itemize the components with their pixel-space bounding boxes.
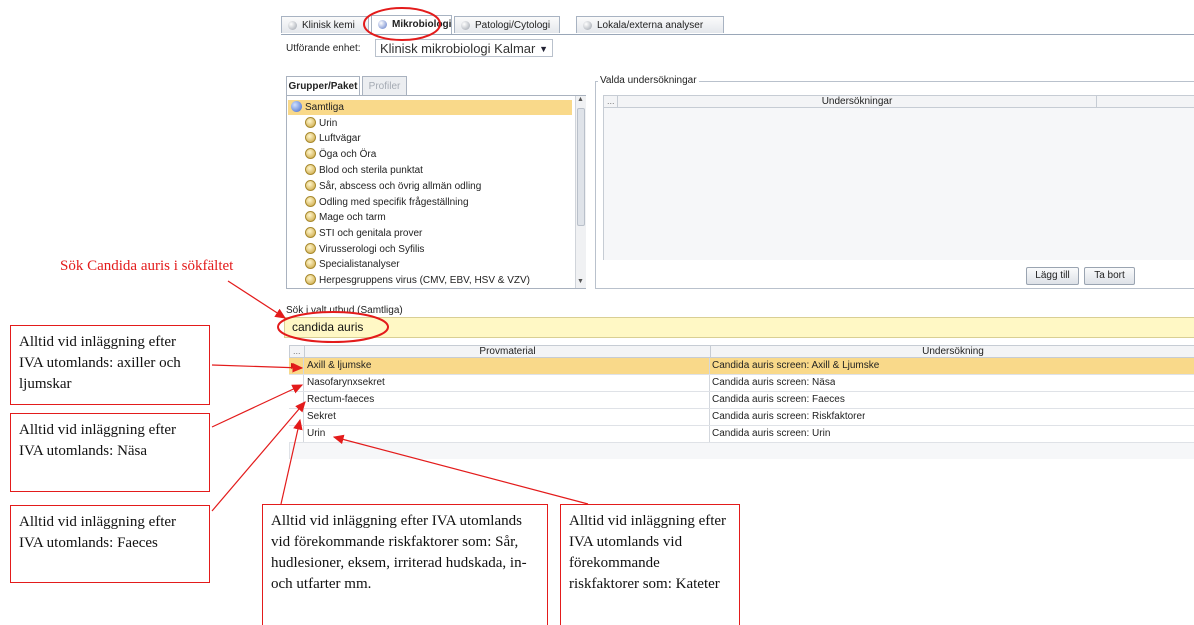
annotation-box-sekret: Alltid vid inläggning efter IVA utomland… <box>262 504 548 625</box>
annotation-box-urin: Alltid vid inläggning efter IVA utomland… <box>560 504 740 625</box>
arrow-axiller <box>211 362 304 373</box>
annotation-box-axiller: Alltid vid inläggning efter IVA utomland… <box>10 325 210 405</box>
arrow-search-hint <box>227 280 287 319</box>
highlight-ellipse-search <box>277 311 389 343</box>
arrow-sekret <box>280 418 303 505</box>
search-hint-label: Sök Candida auris i sökfältet <box>60 258 234 274</box>
arrow-faeces <box>211 401 306 512</box>
arrow-urin <box>332 434 589 505</box>
annotation-box-faeces: Alltid vid inläggning efter IVA utomland… <box>10 505 210 583</box>
highlight-ellipse-tab <box>363 7 441 41</box>
annotation-box-nasa: Alltid vid inläggning efter IVA utomland… <box>10 413 210 492</box>
